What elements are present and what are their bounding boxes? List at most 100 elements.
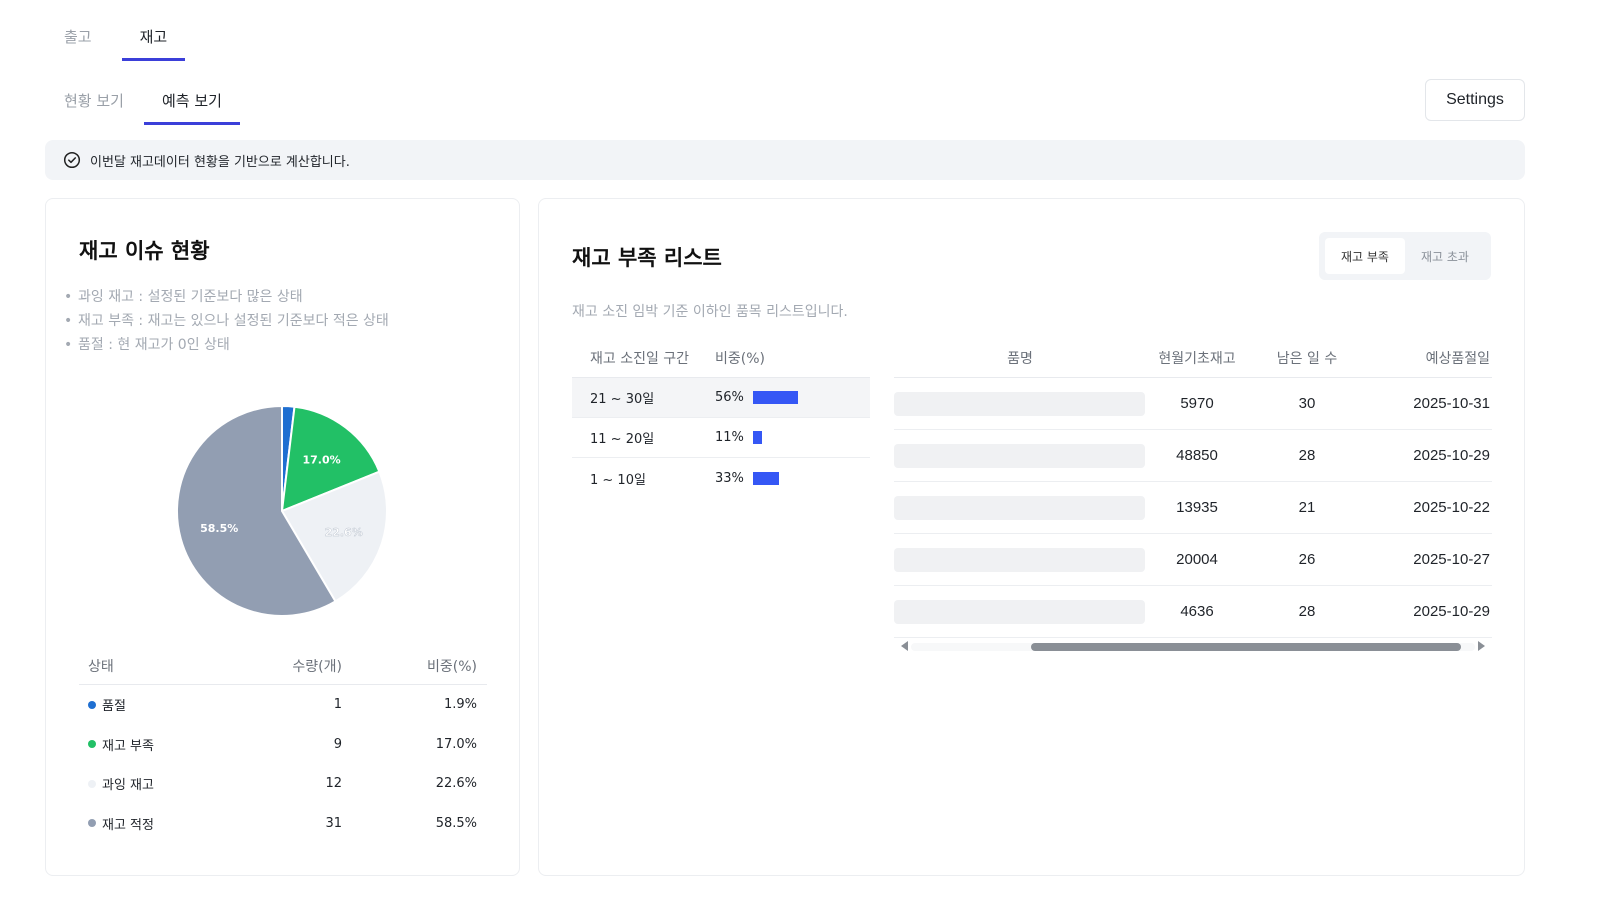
range-pct: 56% <box>715 390 744 405</box>
days-left: 28 <box>1298 447 1316 464</box>
days-left: 21 <box>1298 499 1316 516</box>
scroll-right-arrow-icon[interactable] <box>1478 641 1485 651</box>
header-opening-stock: 현월기초재고 <box>1158 351 1236 367</box>
range-row[interactable]: 1 ~ 10일 33% <box>572 458 870 498</box>
range-label: 11 ~ 20일 <box>590 432 655 447</box>
issue-card-title: 재고 이슈 현황 <box>79 239 210 263</box>
range-row[interactable]: 21 ~ 30일 56% <box>572 378 870 418</box>
table-row[interactable]: 5970 30 2025-10-31 <box>894 378 1492 430</box>
status-label: 재고 적정 <box>102 817 154 833</box>
header-ratio: 비중(%) <box>715 351 765 367</box>
horizontal-scrollbar[interactable] <box>897 639 1489 655</box>
table-row: 과잉 재고 12 22.6% <box>79 764 487 804</box>
view-tabs: 현황 보기 예측 보기 <box>60 82 240 125</box>
definition-item: 재고 부족 : 재고는 있으나 설정된 기준보다 적은 상태 <box>64 309 389 333</box>
table-row: 품절 1 1.9% <box>79 685 487 725</box>
shortage-list-card: 재고 부족 리스트 재고 부족 재고 초과 재고 소진 임박 기준 이하인 품목… <box>538 198 1525 876</box>
legend-dot <box>88 779 96 788</box>
range-table-header: 재고 소진일 구간 비중(%) <box>572 339 870 378</box>
definition-item: 품절 : 현 재고가 0인 상태 <box>64 333 389 357</box>
status-label: 재고 부족 <box>102 738 154 754</box>
shortage-excess-toggle: 재고 부족 재고 초과 <box>1319 232 1491 280</box>
range-row[interactable]: 11 ~ 20일 11% <box>572 418 870 458</box>
opening-stock: 20004 <box>1176 551 1218 568</box>
tab-forecast-view[interactable]: 예측 보기 <box>143 82 240 125</box>
scroll-thumb[interactable] <box>1031 643 1461 651</box>
notice-text: 이번달 재고데이터 현황을 기반으로 계산합니다. <box>90 154 350 170</box>
stockout-date: 2025-10-29 <box>1413 603 1490 620</box>
notice-banner: 이번달 재고데이터 현황을 기반으로 계산합니다. <box>45 140 1525 180</box>
opening-stock: 13935 <box>1176 499 1218 516</box>
days-left: 30 <box>1298 395 1316 412</box>
header-range: 재고 소진일 구간 <box>590 351 690 367</box>
table-row: 재고 적정 31 58.5% <box>79 804 487 844</box>
shortage-description: 재고 소진 임박 기준 이하인 품목 리스트입니다. <box>572 304 848 320</box>
depletion-range-table: 재고 소진일 구간 비중(%) 21 ~ 30일 56% 11 ~ 20일 11… <box>572 339 870 498</box>
legend-dot <box>88 819 96 828</box>
status-pct: 22.6% <box>435 776 477 792</box>
legend-dot <box>88 740 96 749</box>
legend-dot <box>88 700 96 709</box>
stockout-date: 2025-10-29 <box>1413 447 1490 464</box>
range-bar <box>753 471 780 485</box>
status-table-header: 상태 수량(개) 비중(%) <box>79 647 487 685</box>
range-label: 21 ~ 30일 <box>590 392 655 407</box>
status-pct: 17.0% <box>435 736 477 752</box>
pie-data-label: 58.5% <box>200 522 238 535</box>
status-qty: 9 <box>333 736 342 752</box>
range-bar <box>753 431 762 444</box>
item-name-placeholder <box>894 391 1145 416</box>
days-left: 28 <box>1298 603 1316 620</box>
inventory-issue-card: 재고 이슈 현황 과잉 재고 : 설정된 기준보다 많은 상태 재고 부족 : … <box>45 198 520 876</box>
pie-svg: 17.0% 22.6% 58.5% <box>176 404 388 617</box>
tab-shipping[interactable]: 출고 <box>60 18 110 61</box>
header-item-name: 품명 <box>1007 351 1033 367</box>
header-status: 상태 <box>88 658 114 675</box>
status-qty: 1 <box>333 697 342 713</box>
status-qty: 31 <box>325 815 342 831</box>
header-qty: 수량(개) <box>292 658 342 675</box>
opening-stock: 4636 <box>1180 603 1214 620</box>
status-pct: 1.9% <box>443 697 477 713</box>
stockout-date: 2025-10-22 <box>1413 499 1490 516</box>
main-tabs: 출고 재고 <box>60 18 185 61</box>
toggle-excess[interactable]: 재고 초과 <box>1405 238 1485 274</box>
status-label: 품절 <box>102 699 126 715</box>
item-name-placeholder <box>894 495 1145 520</box>
stockout-date: 2025-10-27 <box>1413 551 1490 568</box>
scroll-left-arrow-icon[interactable] <box>901 641 908 651</box>
item-name-placeholder <box>894 547 1145 572</box>
definition-item: 과잉 재고 : 설정된 기준보다 많은 상태 <box>64 285 389 309</box>
header-days-left: 남은 일 수 <box>1276 351 1338 367</box>
table-row[interactable]: 48850 28 2025-10-29 <box>894 430 1492 482</box>
days-left: 26 <box>1298 551 1316 568</box>
range-bar <box>753 391 798 404</box>
range-label: 1 ~ 10일 <box>590 472 646 488</box>
table-row[interactable]: 13935 21 2025-10-22 <box>894 482 1492 534</box>
opening-stock: 48850 <box>1176 447 1218 464</box>
tab-inventory[interactable]: 재고 <box>121 18 186 61</box>
table-row: 재고 부족 9 17.0% <box>79 725 487 765</box>
settings-button[interactable]: Settings <box>1425 79 1525 121</box>
stockout-date: 2025-10-31 <box>1413 395 1490 412</box>
tab-status-view[interactable]: 현황 보기 <box>60 82 142 125</box>
table-row[interactable]: 4636 28 2025-10-29 <box>894 586 1492 638</box>
issue-definitions: 과잉 재고 : 설정된 기준보다 많은 상태 재고 부족 : 재고는 있으나 설… <box>64 285 389 357</box>
shortage-card-title: 재고 부족 리스트 <box>572 246 722 270</box>
range-pct: 33% <box>715 470 744 486</box>
pie-data-label: 17.0% <box>302 453 340 466</box>
opening-stock: 5970 <box>1180 395 1214 412</box>
pie-data-label: 22.6% <box>325 526 363 539</box>
table-row[interactable]: 20004 26 2025-10-27 <box>894 534 1492 586</box>
status-qty: 12 <box>325 776 342 792</box>
range-pct: 11% <box>715 430 744 445</box>
header-pct: 비중(%) <box>427 658 477 675</box>
item-name-placeholder <box>894 443 1145 468</box>
item-table-header: 품명 현월기초재고 남은 일 수 예상품절일 <box>894 339 1492 378</box>
status-pct: 58.5% <box>435 815 477 831</box>
header-stockout-date: 예상품절일 <box>1425 351 1490 367</box>
toggle-shortage[interactable]: 재고 부족 <box>1325 238 1405 274</box>
issue-pie-chart: 17.0% 22.6% 58.5% <box>174 403 390 619</box>
status-table: 상태 수량(개) 비중(%) 품절 1 1.9% 재고 부족 9 17.0% 과… <box>79 647 487 843</box>
check-circle-icon <box>63 151 81 169</box>
